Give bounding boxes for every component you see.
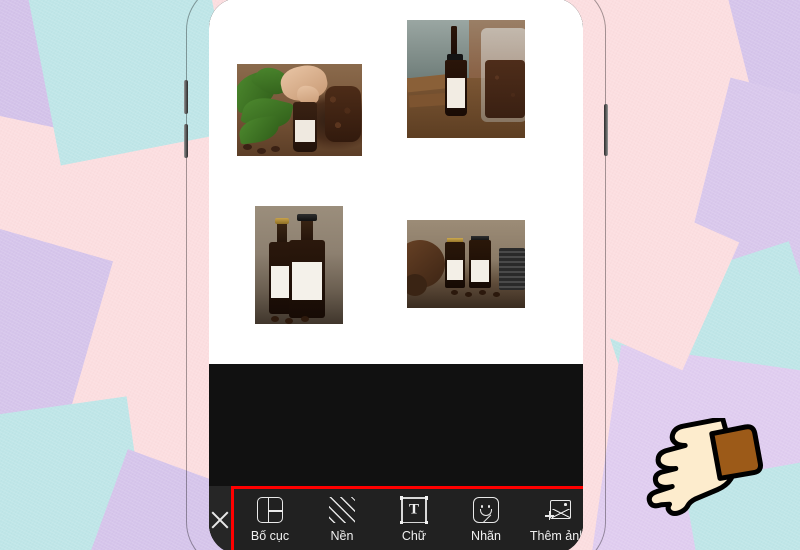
pointing-hand-cursor [620, 416, 780, 550]
close-button[interactable] [209, 486, 231, 550]
screenshot-stage: Bố cục Nền T Chữ Nhãn Thêm ảnh [0, 0, 800, 550]
tool-options-group: Bố cục Nền T Chữ Nhãn Thêm ảnh [231, 486, 583, 550]
tool-add-photo[interactable]: Thêm ảnh [522, 497, 583, 543]
app-screen: Bố cục Nền T Chữ Nhãn Thêm ảnh [209, 0, 583, 550]
hatch-background-icon [329, 497, 355, 524]
collage-photo-2[interactable] [407, 20, 525, 138]
photo-1-image [237, 64, 362, 156]
tool-sticker-label: Nhãn [471, 529, 501, 544]
collage-photo-4[interactable] [407, 220, 525, 308]
close-icon [209, 509, 231, 531]
tool-text-label: Chữ [401, 529, 427, 544]
collage-photo-3[interactable] [255, 206, 343, 324]
tool-background[interactable]: Nền [306, 497, 378, 543]
tool-text[interactable]: T Chữ [378, 496, 450, 544]
tool-layout[interactable]: Bố cục [234, 497, 306, 543]
add-image-icon [545, 497, 571, 523]
tool-sticker[interactable]: Nhãn [450, 497, 522, 543]
photo-3-image [255, 206, 343, 324]
editor-toolbar: Bố cục Nền T Chữ Nhãn Thêm ảnh [209, 486, 583, 550]
volume-down-button[interactable] [184, 124, 188, 158]
phone-display: Bố cục Nền T Chữ Nhãn Thêm ảnh [209, 0, 583, 550]
tool-add-photo-label: Thêm ảnh [529, 529, 583, 544]
phone-device-frame: Bố cục Nền T Chữ Nhãn Thêm ảnh [184, 0, 608, 550]
layout-icon [257, 497, 283, 524]
tool-layout-label: Bố cục [250, 529, 290, 544]
text-icon: T [400, 496, 428, 525]
collage-photo-1[interactable] [237, 64, 362, 156]
photo-4-image [407, 220, 525, 308]
volume-up-button[interactable] [184, 80, 188, 114]
photo-2-image [407, 20, 525, 138]
collage-canvas[interactable] [209, 0, 583, 364]
sticker-icon [473, 497, 499, 524]
tool-background-label: Nền [330, 529, 354, 544]
power-button[interactable] [604, 104, 608, 156]
pointing-hand-icon [646, 416, 764, 516]
